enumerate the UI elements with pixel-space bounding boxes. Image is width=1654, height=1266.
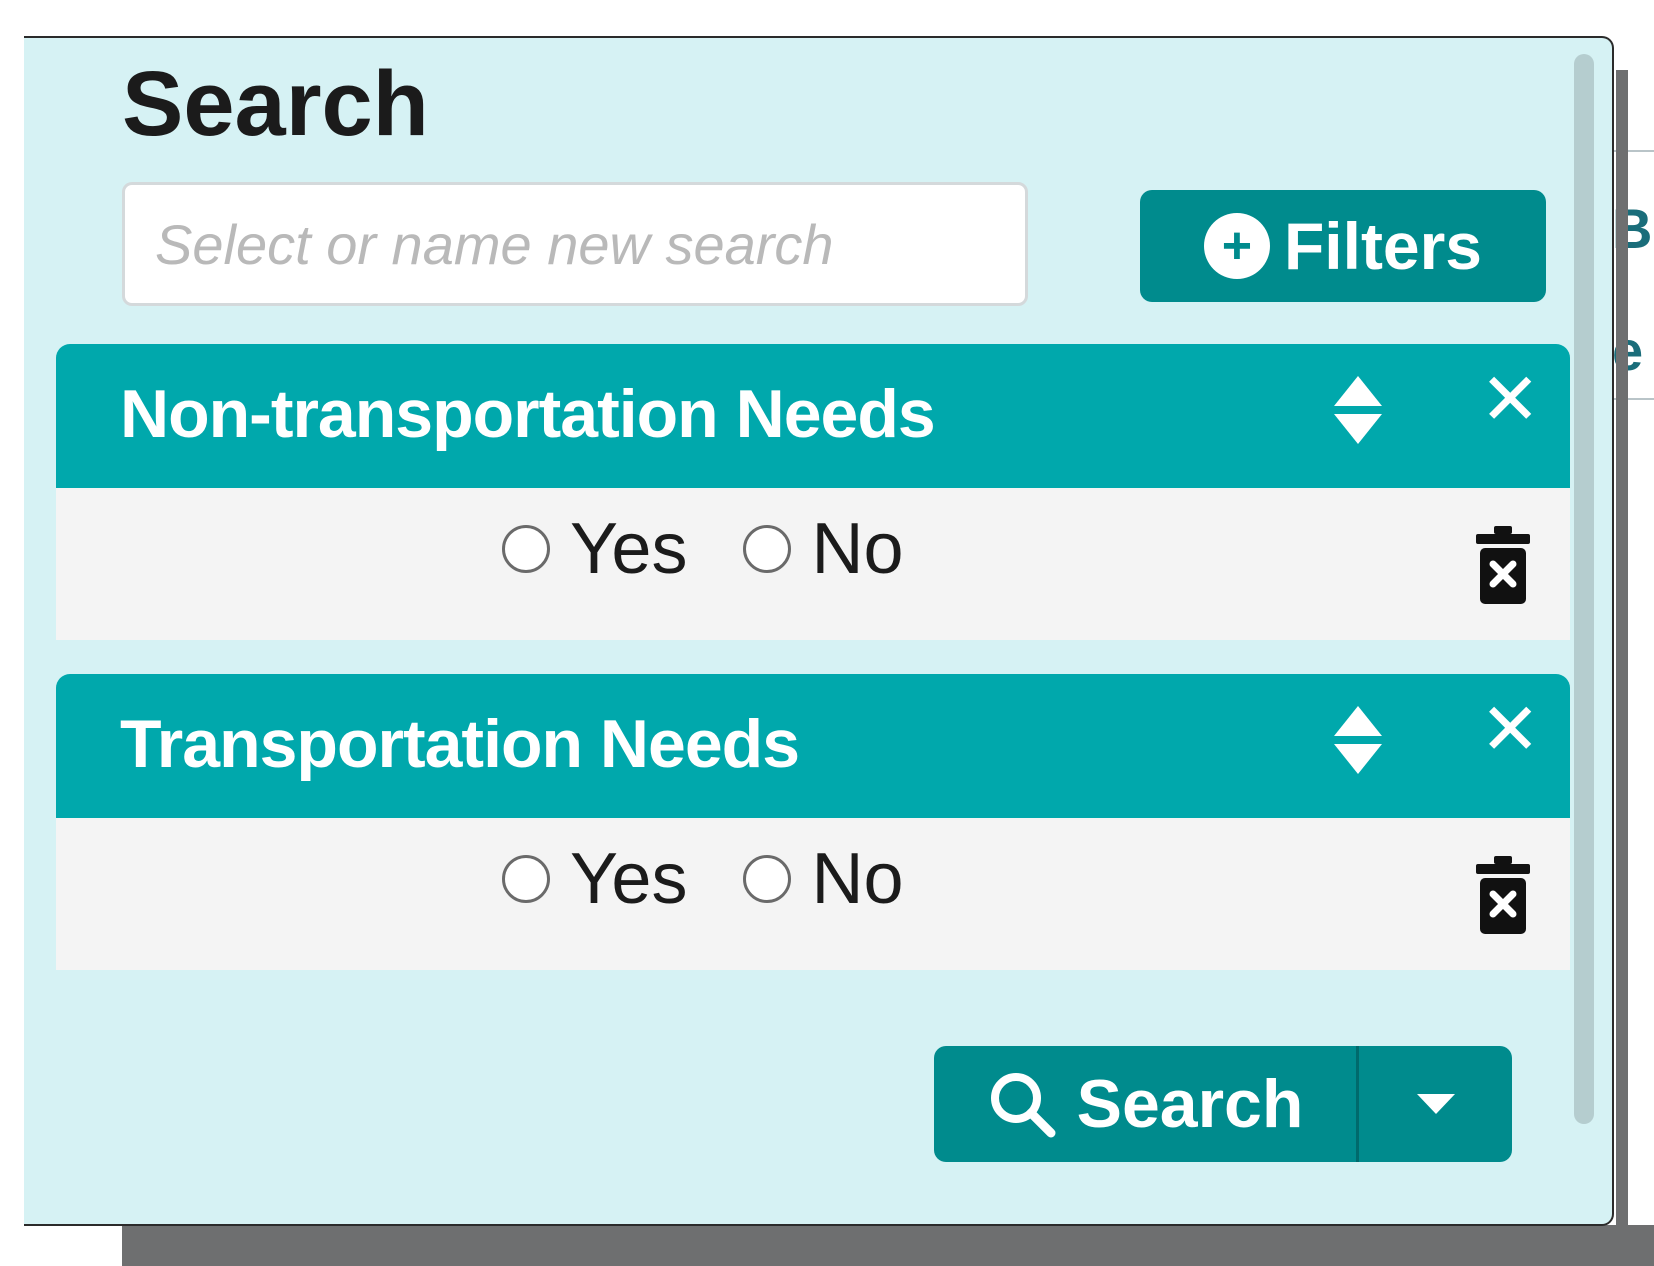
filter-header: Transportation Needs ✕	[56, 674, 1570, 818]
trash-icon[interactable]	[1474, 526, 1532, 606]
filter-block-transportation-needs: Transportation Needs ✕ Yes No	[56, 674, 1570, 970]
close-icon[interactable]: ✕	[1480, 364, 1540, 436]
filters-button-label: Filters	[1283, 209, 1483, 283]
panel-title: Search	[122, 53, 429, 155]
radio-option-yes[interactable]: Yes	[502, 508, 687, 590]
radio-option-yes[interactable]: Yes	[502, 838, 687, 920]
sort-handle-icon[interactable]	[1328, 700, 1388, 780]
close-icon[interactable]: ✕	[1480, 694, 1540, 766]
radio-label: No	[811, 509, 904, 589]
add-filters-button[interactable]: + Filters	[1140, 190, 1546, 302]
panel-shadow	[1616, 70, 1628, 1266]
filter-body: Yes No	[56, 488, 1570, 640]
radio-label: Yes	[570, 839, 688, 919]
sort-handle-icon[interactable]	[1328, 370, 1388, 450]
search-button-label: Search	[1076, 1066, 1304, 1142]
radio-group: Yes No	[502, 838, 904, 920]
filter-body: Yes No	[56, 818, 1570, 970]
radio-button[interactable]	[502, 855, 550, 903]
radio-option-no[interactable]: No	[743, 838, 904, 920]
search-split-button: Search	[934, 1046, 1512, 1162]
magnifier-icon	[990, 1073, 1056, 1138]
radio-button[interactable]	[743, 855, 792, 903]
search-options-dropdown[interactable]	[1356, 1046, 1512, 1162]
filter-header: Non-transportation Needs ✕	[56, 344, 1570, 488]
radio-button[interactable]	[502, 525, 550, 573]
radio-option-no[interactable]: No	[743, 508, 904, 590]
trash-icon[interactable]	[1474, 856, 1532, 936]
panel-scrollbar[interactable]	[1574, 54, 1594, 1124]
caret-down-icon	[1416, 1094, 1455, 1114]
radio-label: No	[811, 839, 904, 919]
radio-button[interactable]	[743, 525, 792, 573]
plus-circle-icon: +	[1203, 213, 1270, 279]
panel-shadow	[122, 1225, 1654, 1266]
screen: B e Search + Filters Non-transportation …	[0, 0, 1654, 1266]
radio-group: Yes No	[502, 508, 904, 590]
radio-label: Yes	[570, 509, 688, 589]
search-button[interactable]: Search	[934, 1046, 1356, 1162]
search-name-input[interactable]	[122, 182, 1028, 306]
filter-title: Transportation Needs	[120, 706, 800, 782]
filter-title: Non-transportation Needs	[120, 376, 936, 452]
filter-block-non-transportation-needs: Non-transportation Needs ✕ Yes No	[56, 344, 1570, 640]
